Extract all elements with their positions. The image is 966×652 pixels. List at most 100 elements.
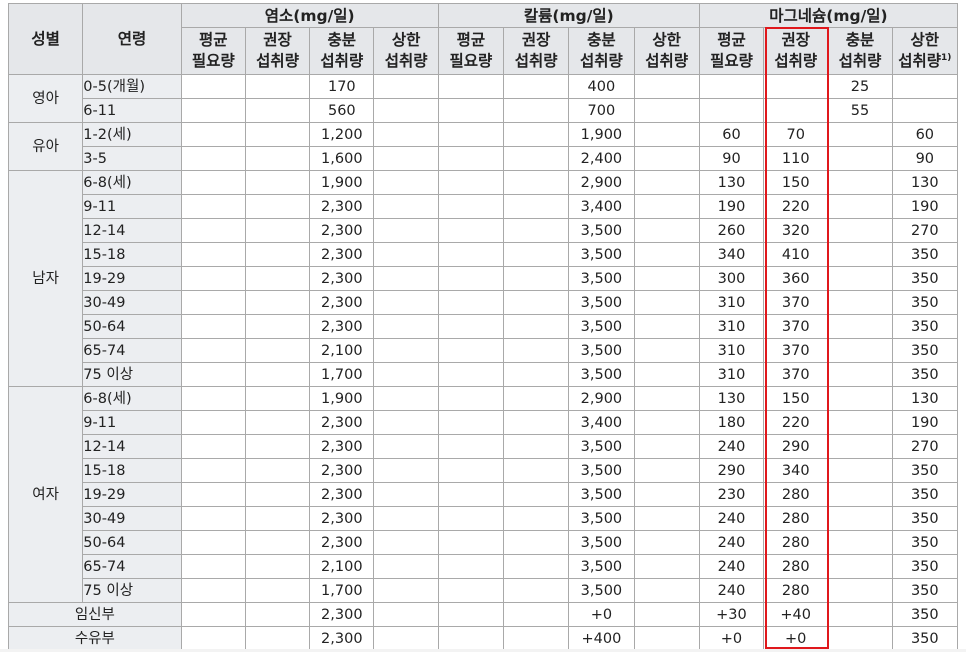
value-cell: 350	[891, 338, 959, 363]
value-cell: 290	[698, 458, 765, 483]
value-cell	[633, 314, 700, 339]
value-cell: 2,100	[309, 554, 375, 579]
value-cell	[244, 218, 311, 243]
value-cell: 2,300	[309, 434, 375, 459]
value-cell	[633, 554, 700, 579]
header-magnesium: 마그네슘(mg/일)	[698, 3, 959, 28]
value-cell	[244, 314, 311, 339]
value-cell	[180, 602, 246, 627]
age-label: 19-29	[82, 482, 182, 507]
value-cell	[437, 74, 505, 99]
value-cell	[502, 122, 570, 147]
value-cell	[244, 122, 311, 147]
value-cell	[244, 98, 311, 123]
value-cell: 340	[698, 242, 765, 267]
sex-group-label: 남자	[7, 170, 84, 387]
value-cell	[180, 506, 246, 531]
value-cell	[502, 386, 570, 411]
value-cell	[827, 626, 893, 651]
value-cell: 350	[891, 506, 959, 531]
value-cell	[437, 338, 505, 363]
value-cell	[502, 314, 570, 339]
value-cell: 2,100	[309, 338, 375, 363]
age-label: 9-11	[82, 194, 182, 219]
value-cell: 350	[891, 602, 959, 627]
value-cell: +0	[698, 626, 765, 651]
value-cell	[180, 194, 246, 219]
value-cell	[437, 218, 505, 243]
value-cell	[244, 170, 311, 195]
value-cell	[180, 266, 246, 291]
value-cell	[180, 122, 246, 147]
value-cell	[244, 338, 311, 363]
special-group-label: 임신부	[8, 602, 182, 627]
value-cell: 260	[698, 218, 765, 243]
value-cell	[827, 146, 893, 171]
value-cell	[244, 266, 311, 291]
value-cell: 90	[891, 146, 959, 171]
value-cell	[633, 578, 700, 603]
value-cell	[502, 194, 570, 219]
value-cell	[502, 530, 570, 555]
value-cell: 240	[698, 506, 765, 531]
value-cell: 350	[891, 626, 959, 651]
value-cell	[502, 290, 570, 315]
value-cell: 700	[568, 98, 635, 123]
value-cell	[633, 98, 700, 123]
value-cell	[827, 530, 893, 555]
value-cell	[244, 386, 311, 411]
value-cell: 1,700	[309, 362, 375, 387]
value-cell: 3,500	[568, 506, 635, 531]
value-cell	[180, 482, 246, 507]
value-cell	[437, 266, 505, 291]
value-cell	[633, 482, 700, 507]
header-age: 연령	[82, 3, 182, 75]
value-cell: 190	[891, 410, 959, 435]
value-cell: 2,300	[309, 194, 375, 219]
value-cell: 350	[891, 266, 959, 291]
value-cell: 190	[698, 194, 765, 219]
value-cell	[827, 602, 893, 627]
subheader-upper-limit: 상한 섭취량1)	[891, 27, 959, 75]
value-cell	[437, 530, 505, 555]
value-cell	[827, 362, 893, 387]
value-cell: 350	[891, 578, 959, 603]
value-cell	[180, 242, 246, 267]
value-cell	[244, 74, 311, 99]
age-label: 19-29	[82, 266, 182, 291]
value-cell: 3,500	[568, 482, 635, 507]
value-cell: 310	[698, 290, 765, 315]
value-cell: 240	[698, 434, 765, 459]
value-cell: 3,500	[568, 218, 635, 243]
value-cell	[437, 578, 505, 603]
value-cell: 2,300	[309, 626, 375, 651]
value-cell	[502, 578, 570, 603]
value-cell: 60	[698, 122, 765, 147]
value-cell	[633, 242, 700, 267]
age-label: 75 이상	[82, 362, 182, 387]
value-cell: 3,500	[568, 434, 635, 459]
value-cell	[180, 458, 246, 483]
age-label: 50-64	[82, 530, 182, 555]
value-cell: 2,300	[309, 266, 375, 291]
value-cell	[827, 506, 893, 531]
value-cell	[437, 482, 505, 507]
age-label: 0-5(개월)	[82, 74, 182, 99]
value-cell: 2,900	[568, 170, 635, 195]
value-cell: 2,300	[309, 530, 375, 555]
value-cell	[244, 194, 311, 219]
value-cell	[180, 98, 246, 123]
value-cell	[180, 626, 246, 651]
value-cell: 400	[568, 74, 635, 99]
value-cell: 3,500	[568, 242, 635, 267]
value-cell	[180, 146, 246, 171]
value-cell	[502, 218, 570, 243]
sex-group-label: 여자	[7, 386, 84, 603]
value-cell: 3,500	[568, 314, 635, 339]
age-label: 30-49	[82, 506, 182, 531]
value-cell	[180, 314, 246, 339]
value-cell	[502, 242, 570, 267]
value-cell: +400	[568, 626, 635, 651]
value-cell	[373, 314, 439, 339]
value-cell	[827, 458, 893, 483]
